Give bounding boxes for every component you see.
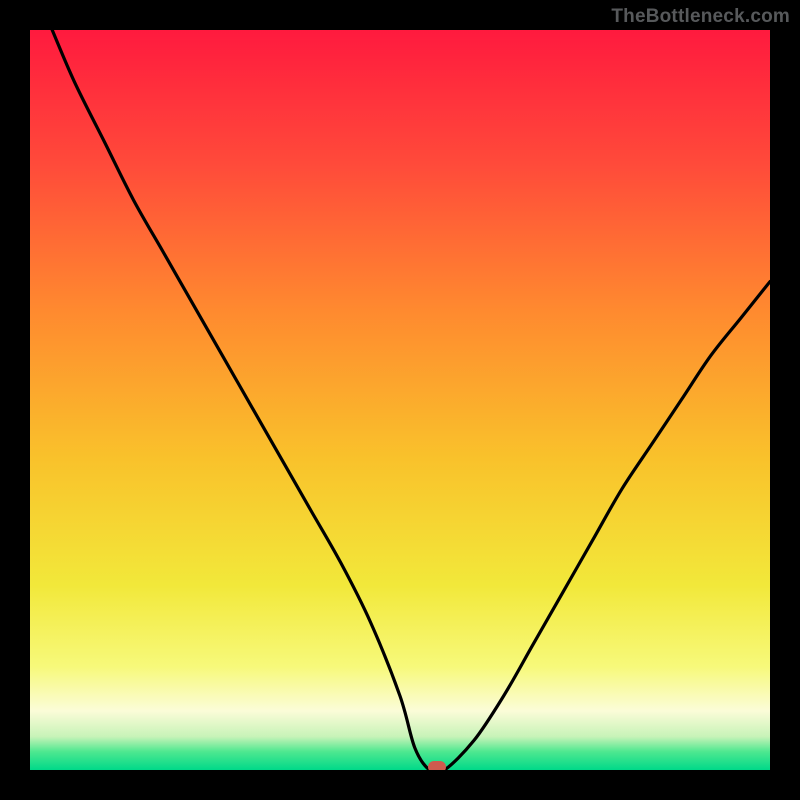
- watermark-text: TheBottleneck.com: [611, 6, 790, 28]
- min-marker: [428, 761, 446, 770]
- plot-area: [30, 30, 770, 770]
- bottleneck-curve: [30, 30, 770, 770]
- chart-frame: TheBottleneck.com: [0, 0, 800, 800]
